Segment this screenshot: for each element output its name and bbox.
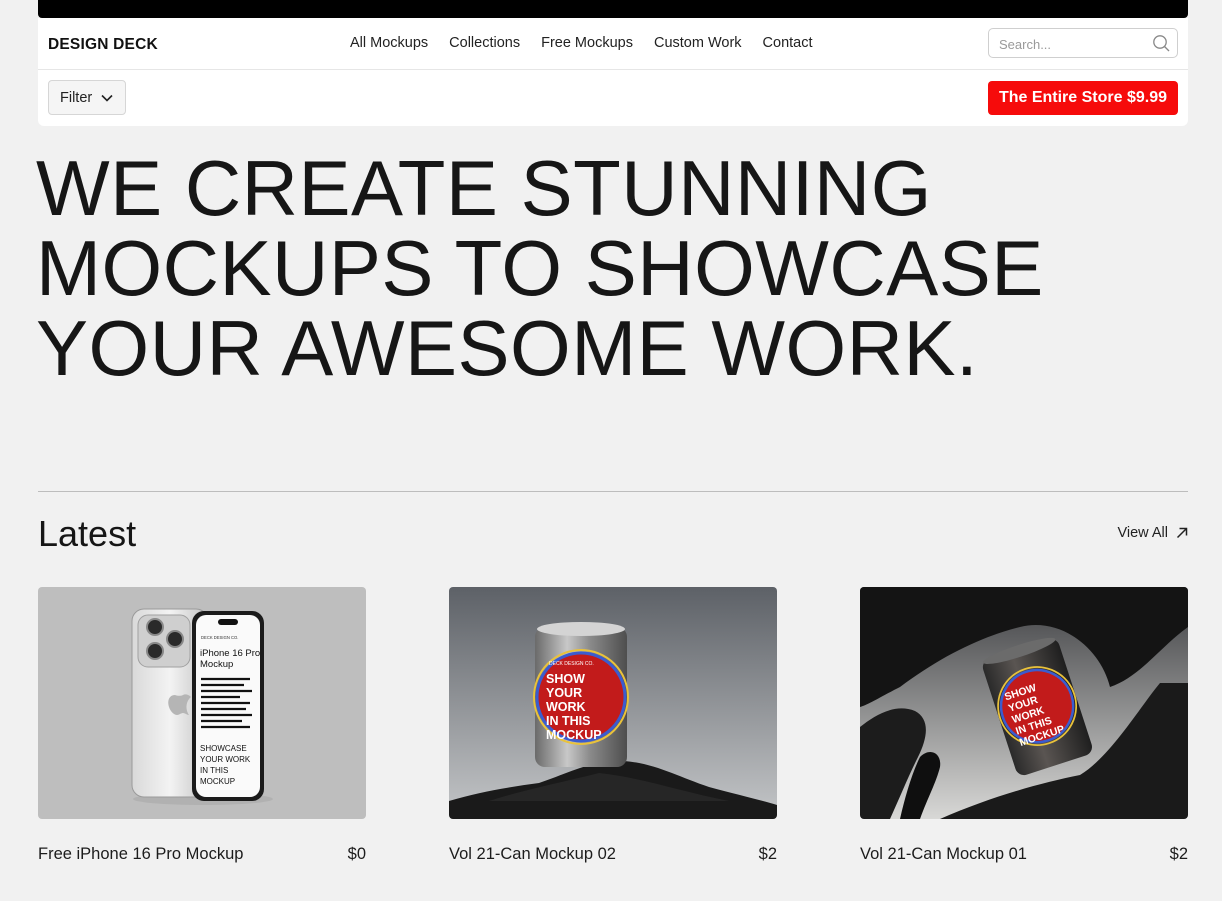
svg-text:YOUR: YOUR — [546, 686, 582, 700]
product-card[interactable]: DECK DESIGN CO. iPhone 16 Pro Mockup SHO… — [38, 587, 366, 863]
product-meta: Vol 21-Can Mockup 01 $2 — [860, 845, 1188, 864]
svg-text:Mockup: Mockup — [200, 659, 233, 670]
product-thumbnail[interactable]: DECK DESIGN CO. SHOW YOUR WORK IN THIS MOC… — [449, 587, 777, 819]
svg-text:SHOWCASE: SHOWCASE — [200, 744, 247, 753]
product-thumbnail[interactable]: SHOW YOUR WORK IN THIS MOCKUP — [860, 587, 1188, 819]
product-thumbnail[interactable]: DECK DESIGN CO. iPhone 16 Pro Mockup SHO… — [38, 587, 366, 819]
hero-line-3: YOUR AWESOME WORK. — [36, 304, 979, 392]
svg-text:IN THIS: IN THIS — [546, 714, 590, 728]
entire-store-button[interactable]: The Entire Store $9.99 — [987, 81, 1178, 115]
filter-label: Filter — [60, 89, 93, 106]
nav-row: DESIGN DECK All Mockups Collections Free… — [38, 18, 1188, 70]
product-name[interactable]: Vol 21-Can Mockup 01 — [860, 845, 1027, 864]
search-box[interactable] — [988, 28, 1178, 58]
product-name[interactable]: Vol 21-Can Mockup 02 — [449, 845, 616, 864]
product-meta: Free iPhone 16 Pro Mockup $0 — [38, 845, 366, 864]
product-card[interactable]: SHOW YOUR WORK IN THIS MOCKUP Vol 21-Can M… — [860, 587, 1188, 863]
section-divider — [38, 491, 1188, 492]
view-all-link[interactable]: View All — [1117, 525, 1188, 541]
arrow-up-right-icon — [1176, 527, 1188, 539]
site-header: DESIGN DECK All Mockups Collections Free… — [38, 18, 1188, 126]
can-mockup-image: DECK DESIGN CO. SHOWYOUR WORKIN THIS MOC… — [449, 587, 777, 819]
nav-custom-work[interactable]: Custom Work — [654, 35, 742, 51]
search-icon[interactable] — [1152, 34, 1170, 52]
svg-text:YOUR WORK: YOUR WORK — [200, 755, 251, 764]
svg-text:iPhone 16 Pro: iPhone 16 Pro — [200, 648, 260, 659]
product-price: $0 — [347, 845, 366, 863]
chevron-down-icon — [101, 94, 113, 102]
nav-free-mockups[interactable]: Free Mockups — [541, 35, 633, 51]
svg-text:SHOW: SHOW — [546, 672, 585, 686]
product-price: $2 — [758, 845, 777, 863]
svg-text:WORK: WORK — [546, 700, 586, 714]
main-nav: All Mockups Collections Free Mockups Cus… — [350, 35, 834, 51]
nav-all-mockups[interactable]: All Mockups — [350, 35, 428, 51]
hero-line-1: WE CREATE STUNNING — [36, 144, 932, 232]
svg-text:IN THIS: IN THIS — [200, 766, 228, 775]
search-input[interactable] — [999, 35, 1139, 53]
iphone-mockup-image: DECK DESIGN CO. iPhone 16 Pro Mockup SHO… — [131, 608, 273, 805]
view-all-label: View All — [1117, 525, 1168, 541]
product-card[interactable]: DECK DESIGN CO. SHOW YOUR WORK IN THIS MOC… — [449, 587, 777, 863]
can-mockup-image: SHOWYOUR WORKIN THIS MOCKUP — [860, 587, 1188, 819]
nav-contact[interactable]: Contact — [763, 35, 813, 51]
product-price: $2 — [1169, 845, 1188, 863]
hero-line-2: MOCKUPS TO SHOWCASE — [36, 224, 1044, 312]
latest-title: Latest — [38, 513, 137, 554]
svg-text:MOCKUP: MOCKUP — [200, 777, 235, 786]
nav-collections[interactable]: Collections — [449, 35, 520, 51]
top-black-bar — [38, 0, 1188, 18]
product-meta: Vol 21-Can Mockup 02 $2 — [449, 845, 777, 864]
svg-text:DECK DESIGN CO.: DECK DESIGN CO. — [549, 661, 594, 667]
hero-headline: WE CREATE STUNNING MOCKUPS TO SHOWCASE Y… — [36, 148, 1186, 388]
svg-text:MOCKUP: MOCKUP — [546, 728, 602, 742]
filter-row: Filter The Entire Store $9.99 — [38, 70, 1188, 126]
product-name[interactable]: Free iPhone 16 Pro Mockup — [38, 845, 243, 864]
logo[interactable]: DESIGN DECK — [48, 36, 158, 54]
filter-button[interactable]: Filter — [48, 80, 126, 115]
svg-text:DECK DESIGN CO.: DECK DESIGN CO. — [201, 635, 238, 640]
